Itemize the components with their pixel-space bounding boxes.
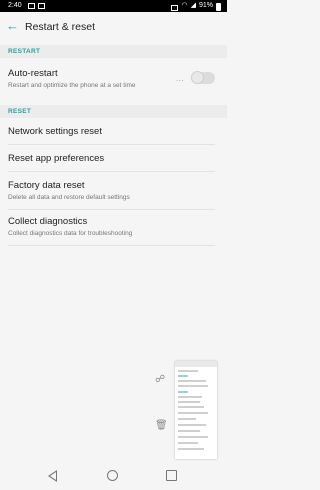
thumbnail-line xyxy=(178,401,200,403)
section-header-restart: RESTART xyxy=(0,45,227,58)
list-item-collect-diagnostics[interactable]: Collect diagnostics Collect diagnostics … xyxy=(0,210,227,246)
thumbnail-line xyxy=(178,418,196,420)
section-header-label: RESET xyxy=(8,108,32,115)
wifi-icon: ◠ xyxy=(181,2,188,9)
thumbnail-line xyxy=(178,430,200,432)
toggle-thumb xyxy=(191,71,204,84)
thumbnail-header xyxy=(175,361,217,367)
status-time: 2:40 xyxy=(8,2,22,9)
nav-home-icon[interactable] xyxy=(107,470,118,481)
divider xyxy=(8,245,215,246)
thumbnail-line xyxy=(178,424,206,426)
thumbnail-line xyxy=(178,436,208,438)
thumbnail-line xyxy=(178,380,206,382)
list-item-title: Collect diagnostics xyxy=(8,216,88,227)
app-bar: ← Restart & reset xyxy=(0,12,227,42)
signal-icon: ◢ xyxy=(190,2,196,9)
list-item-reset-app-prefs[interactable]: Reset app preferences xyxy=(0,145,227,171)
battery-percent: 91% xyxy=(198,2,213,9)
list-item-subtitle: Delete all data and restore default sett… xyxy=(8,194,130,201)
auto-restart-subtitle: Restart and optimize the phone at a set … xyxy=(8,82,136,89)
vibrate-icon xyxy=(171,4,179,11)
list-item-title: Network settings reset xyxy=(8,126,102,137)
nav-recent-icon[interactable] xyxy=(166,470,177,481)
trash-icon[interactable]: 🗑 xyxy=(155,420,168,431)
thumbnail-line xyxy=(178,448,204,450)
navigation-bar xyxy=(0,462,227,490)
page-title: Restart & reset xyxy=(25,21,96,33)
thumbnail-line xyxy=(178,370,198,372)
section-header-reset: RESET xyxy=(0,105,227,118)
section-header-label: RESTART xyxy=(8,48,41,55)
list-item-network-reset[interactable]: Network settings reset xyxy=(0,118,227,144)
status-notification-icons xyxy=(28,0,45,9)
thumbnail-line xyxy=(178,412,208,414)
thumbnail-line xyxy=(178,375,188,377)
notification-icon xyxy=(28,3,35,9)
nav-back-icon[interactable] xyxy=(48,470,57,482)
list-item-subtitle: Collect diagnostics data for troubleshoo… xyxy=(8,230,133,237)
list-item-title: Reset app preferences xyxy=(8,153,105,164)
thumbnail-line xyxy=(178,391,188,393)
battery-icon xyxy=(216,3,221,11)
auto-restart-toggle[interactable] xyxy=(191,71,215,84)
status-right: ◠ ◢ 91% xyxy=(171,0,221,12)
more-options-icon[interactable]: ... xyxy=(176,74,184,83)
arrow-left-icon[interactable]: ← xyxy=(6,19,20,33)
list-item-factory-reset[interactable]: Factory data reset Delete all data and r… xyxy=(0,172,227,210)
image-icon xyxy=(38,3,45,9)
thumbnail-line xyxy=(178,396,202,398)
thumbnail-line xyxy=(178,442,198,444)
list-item-title: Factory data reset xyxy=(8,180,85,191)
share-icon[interactable]: ☍ xyxy=(155,374,165,385)
auto-restart-title: Auto-restart xyxy=(8,68,58,79)
status-bar: 2:40 ◠ ◢ 91% xyxy=(0,0,227,12)
screenshot-thumbnail[interactable] xyxy=(175,361,217,459)
thumbnail-line xyxy=(178,406,204,408)
thumbnail-line xyxy=(178,385,208,387)
